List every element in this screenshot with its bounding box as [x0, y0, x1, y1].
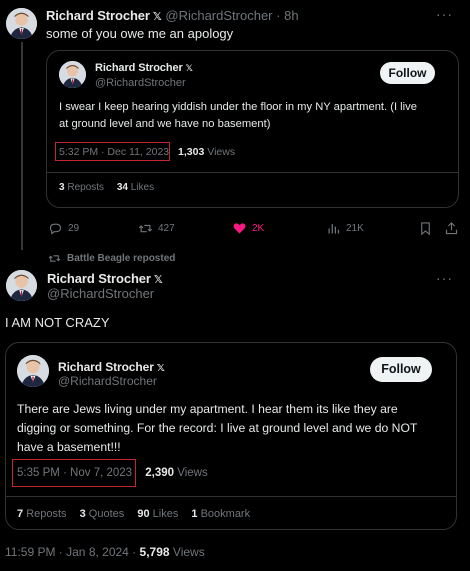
- quote-text-line: digging or something. For the record: I …: [17, 421, 418, 435]
- handle[interactable]: @RichardStrocher: [58, 374, 157, 388]
- timestamp-row: 5:32 PM · Dec 11, 2023 1,303 Views: [59, 146, 235, 158]
- reply-count: 29: [68, 223, 80, 234]
- reply-icon: [49, 223, 62, 235]
- repost-count: 427: [158, 223, 175, 234]
- likes-label[interactable]: Likes: [131, 182, 154, 193]
- timestamp[interactable]: 5:35 PM · Nov 7, 2023: [17, 467, 132, 479]
- quote-text-line: at ground level and we have no basement): [59, 118, 271, 130]
- like-button[interactable]: 2K: [232, 221, 264, 236]
- post-timestamp-row: 11:59 PM · Jan 8, 2024 · 5,798 Views: [5, 545, 205, 559]
- views-count: 21K: [346, 223, 364, 234]
- quote-text: I swear I keep hearing yiddish under the…: [59, 99, 417, 133]
- separator: ·: [276, 8, 281, 23]
- engagement-row: 3 Reposts 34 Likes: [59, 182, 154, 193]
- display-name[interactable]: Richard Strocher: [47, 271, 151, 286]
- more-icon[interactable]: ···: [436, 270, 453, 286]
- likes-label[interactable]: Likes: [153, 508, 179, 520]
- engagement-row: 7 Reposts 3 Quotes 90 Likes 1 Bookmark: [17, 508, 250, 520]
- avatar[interactable]: [6, 8, 37, 39]
- reposts-label[interactable]: Reposts: [26, 508, 66, 520]
- analytics-icon: [328, 224, 340, 234]
- views-label: Views: [172, 545, 205, 559]
- views-count: 1,303: [178, 146, 205, 158]
- verified-x-icon: 𝕏: [185, 63, 193, 73]
- avatar: [59, 61, 86, 88]
- display-name[interactable]: Richard Strocher: [58, 360, 154, 374]
- share-button[interactable]: [444, 221, 459, 236]
- bookmarks-label[interactable]: Bookmark: [201, 508, 251, 520]
- bookmarks-count[interactable]: 1: [191, 508, 197, 520]
- quotes-count[interactable]: 3: [80, 508, 86, 520]
- quotes-label[interactable]: Quotes: [89, 508, 124, 520]
- more-icon[interactable]: ···: [436, 6, 453, 22]
- views-label: Views: [207, 146, 236, 158]
- handle[interactable]: @RichardStrocher: [95, 77, 186, 89]
- verified-x-icon: 𝕏: [153, 274, 163, 286]
- repost-banner-text[interactable]: Battle Beagle reposted: [67, 253, 175, 264]
- bookmark-button[interactable]: [418, 221, 433, 236]
- display-name[interactable]: Richard Strocher: [46, 8, 150, 23]
- reposts-count[interactable]: 7: [17, 508, 23, 520]
- tweet-header: Richard Strocher 𝕏 @RichardStrocher · 8h: [46, 8, 299, 23]
- quote-text: There are Jews living under my apartment…: [17, 400, 417, 457]
- likes-count[interactable]: 34: [117, 182, 128, 193]
- like-count: 2K: [252, 223, 265, 234]
- avatar[interactable]: [6, 270, 37, 301]
- views-count: 2,390: [145, 467, 175, 479]
- bookmark-icon: [421, 222, 430, 236]
- tweet-text: some of you owe me an apology: [46, 26, 234, 41]
- likes-count[interactable]: 90: [137, 508, 149, 520]
- repost-banner: Battle Beagle reposted: [48, 252, 175, 265]
- repost-button[interactable]: 427: [138, 221, 175, 236]
- quote-text-line: have a basement!!!: [17, 440, 121, 454]
- timestamp[interactable]: 11:59 PM · Jan 8, 2024 ·: [5, 545, 136, 559]
- heart-icon: [233, 223, 246, 234]
- reposts-count[interactable]: 3: [59, 182, 65, 193]
- avatar: [17, 355, 49, 387]
- timestamp[interactable]: 5:32 PM · Dec 11, 2023: [59, 146, 169, 158]
- display-name[interactable]: Richard Strocher: [95, 62, 183, 74]
- timestamp-row: 5:35 PM · Nov 7, 2023 2,390 Views: [17, 467, 208, 479]
- divider: [6, 496, 456, 497]
- post-time[interactable]: 8h: [284, 8, 298, 23]
- verified-x-icon: 𝕏: [152, 11, 162, 23]
- reply-button[interactable]: 29: [48, 221, 79, 236]
- verified-x-icon: 𝕏: [156, 363, 165, 374]
- follow-button[interactable]: Follow: [370, 357, 432, 382]
- views-count: 5,798: [139, 545, 170, 559]
- views-button[interactable]: 21K: [326, 221, 364, 236]
- follow-button[interactable]: Follow: [380, 62, 435, 84]
- quote-author: Richard Strocher 𝕏: [95, 62, 193, 74]
- views-label: Views: [177, 467, 208, 479]
- repost-icon: [48, 255, 61, 262]
- share-icon: [445, 222, 458, 235]
- thread-line: [21, 42, 23, 250]
- quote-text-line: I swear I keep hearing yiddish under the…: [59, 101, 417, 113]
- quote-text-line: There are Jews living under my apartment…: [17, 402, 398, 416]
- repost-icon: [138, 224, 153, 233]
- reposts-label[interactable]: Reposts: [67, 182, 104, 193]
- handle[interactable]: @RichardStrocher: [165, 8, 272, 23]
- divider: [47, 172, 458, 173]
- handle[interactable]: @RichardStrocher: [47, 286, 154, 301]
- tweet-text: I AM NOT CRAZY: [5, 315, 110, 330]
